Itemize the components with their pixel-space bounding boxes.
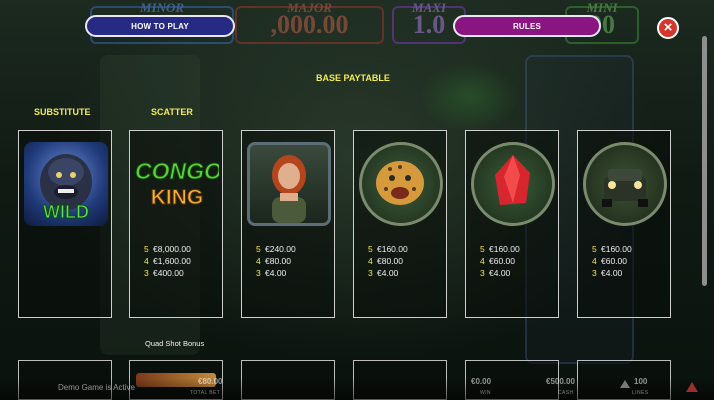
leopard-symbol: [359, 142, 443, 226]
rules-button[interactable]: RULES: [453, 15, 601, 37]
paytable-title: BASE PAYTABLE: [316, 73, 390, 83]
scrollbar[interactable]: [702, 36, 707, 286]
woman-symbol: [247, 142, 331, 226]
close-button[interactable]: ×: [657, 17, 679, 39]
close-icon: ×: [663, 19, 673, 36]
gorilla-wild-symbol: WILD: [24, 142, 108, 226]
how-to-play-button[interactable]: HOW TO PLAY: [85, 15, 235, 37]
background-logo: [420, 62, 520, 132]
red-gem-symbol: [471, 142, 555, 226]
logo-line2: KING: [150, 186, 204, 210]
paytable-card-leopard: 5 €160.00 4 €80.00 3 €4.00: [353, 130, 447, 318]
logo-line1: CONGO: [135, 158, 219, 185]
paytable-values: 5 €240.00 4 €80.00 3 €4.00: [256, 244, 296, 278]
quad-shot-heading: Quad Shot Bonus: [145, 339, 205, 348]
cash-value: €500.00: [546, 377, 575, 386]
paytable-values: 5 €160.00 4 €60.00 3 €4.00: [592, 244, 632, 278]
cash-label: CASH: [558, 390, 574, 396]
jeep-symbol: [583, 142, 667, 226]
demo-mode-text: Demo Game is Active: [58, 383, 135, 392]
paytable-values: 5 €8,000.00 4 €1,600.00 3 €400.00: [144, 244, 191, 278]
paytable-card-scatter: CONGO KING 5 €8,000.00 4 €1,600.00 3 €400.0…: [129, 130, 223, 318]
total-bet-label: TOTAL BET: [190, 390, 221, 396]
paytable-values: 5 €160.00 4 €80.00 3 €4.00: [368, 244, 408, 278]
wild-label: WILD: [43, 202, 90, 223]
lines-value: 100: [634, 377, 648, 386]
paytable-card-gem: 5 €160.00 4 €60.00 3 €4.00: [465, 130, 559, 318]
jackpot-major: MAJOR ,000.00: [235, 0, 384, 44]
scatter-heading: SCATTER: [151, 107, 193, 117]
lines-icon: [620, 380, 630, 388]
paytable-values: 5 €160.00 4 €60.00 3 €4.00: [480, 244, 520, 278]
lines-label: LINES: [632, 390, 649, 396]
win-label: WIN: [480, 390, 491, 396]
win-value: €0.00: [471, 377, 492, 386]
spin-icon[interactable]: [686, 382, 698, 392]
paytable-card-jeep: 5 €160.00 4 €60.00 3 €4.00: [577, 130, 671, 318]
substitute-heading: SUBSTITUTE: [34, 107, 91, 117]
paytable-card-wild: WILD: [18, 130, 112, 318]
congo-king-logo: CONGO KING: [135, 142, 219, 226]
game-background: MINOR MAJOR ,000.00 MAXI 1.0 MINI 00 HOW TO…: [0, 0, 714, 400]
paytable-card-woman: 5 €240.00 4 €80.00 3 €4.00: [241, 130, 335, 318]
total-bet-value: €80.00: [198, 377, 223, 386]
